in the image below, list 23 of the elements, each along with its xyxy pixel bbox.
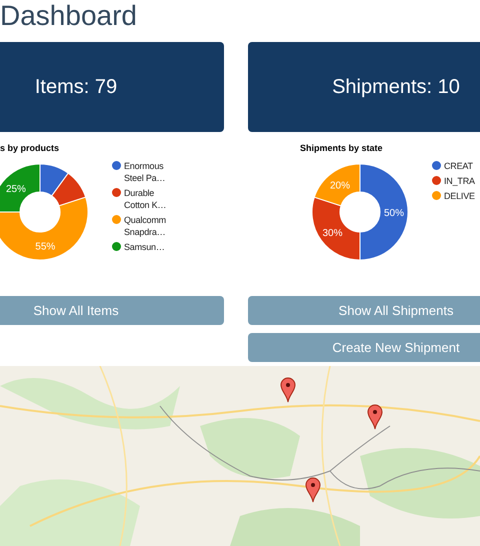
- action-button[interactable]: Show All Items: [0, 296, 224, 325]
- legend-label: Durable Cotton K…: [124, 187, 168, 211]
- slice-label: 25%: [6, 184, 26, 195]
- legend-label: DELIVE: [444, 190, 476, 202]
- action-button[interactable]: Create New Shipment: [248, 333, 480, 362]
- legend-label: IN_TRA: [444, 175, 476, 187]
- map-marker-icon[interactable]: [280, 377, 296, 403]
- slice-label: 55%: [35, 242, 56, 253]
- legend-label: Samsun…: [124, 241, 166, 253]
- action-button[interactable]: Show All Shipments: [248, 296, 480, 325]
- map-marker-icon[interactable]: [367, 404, 383, 430]
- slice-label: 30%: [322, 228, 342, 239]
- slice-label: 20%: [330, 180, 350, 192]
- summary-card: Shipments: 10: [248, 42, 480, 132]
- chart-title: Shipments by state: [300, 142, 383, 154]
- page-title: Dashboard: [0, 0, 137, 32]
- legend-label: Qualcomm Snapdra…: [124, 214, 167, 238]
- summary-card: Items: 79: [0, 42, 224, 132]
- map-marker-icon[interactable]: [305, 477, 321, 503]
- chart-title: s by products: [0, 142, 60, 154]
- legend-label: Enormous Steel Pa…: [124, 160, 166, 184]
- slice-label: 50%: [384, 208, 404, 219]
- legend-label: CREAT: [444, 160, 474, 172]
